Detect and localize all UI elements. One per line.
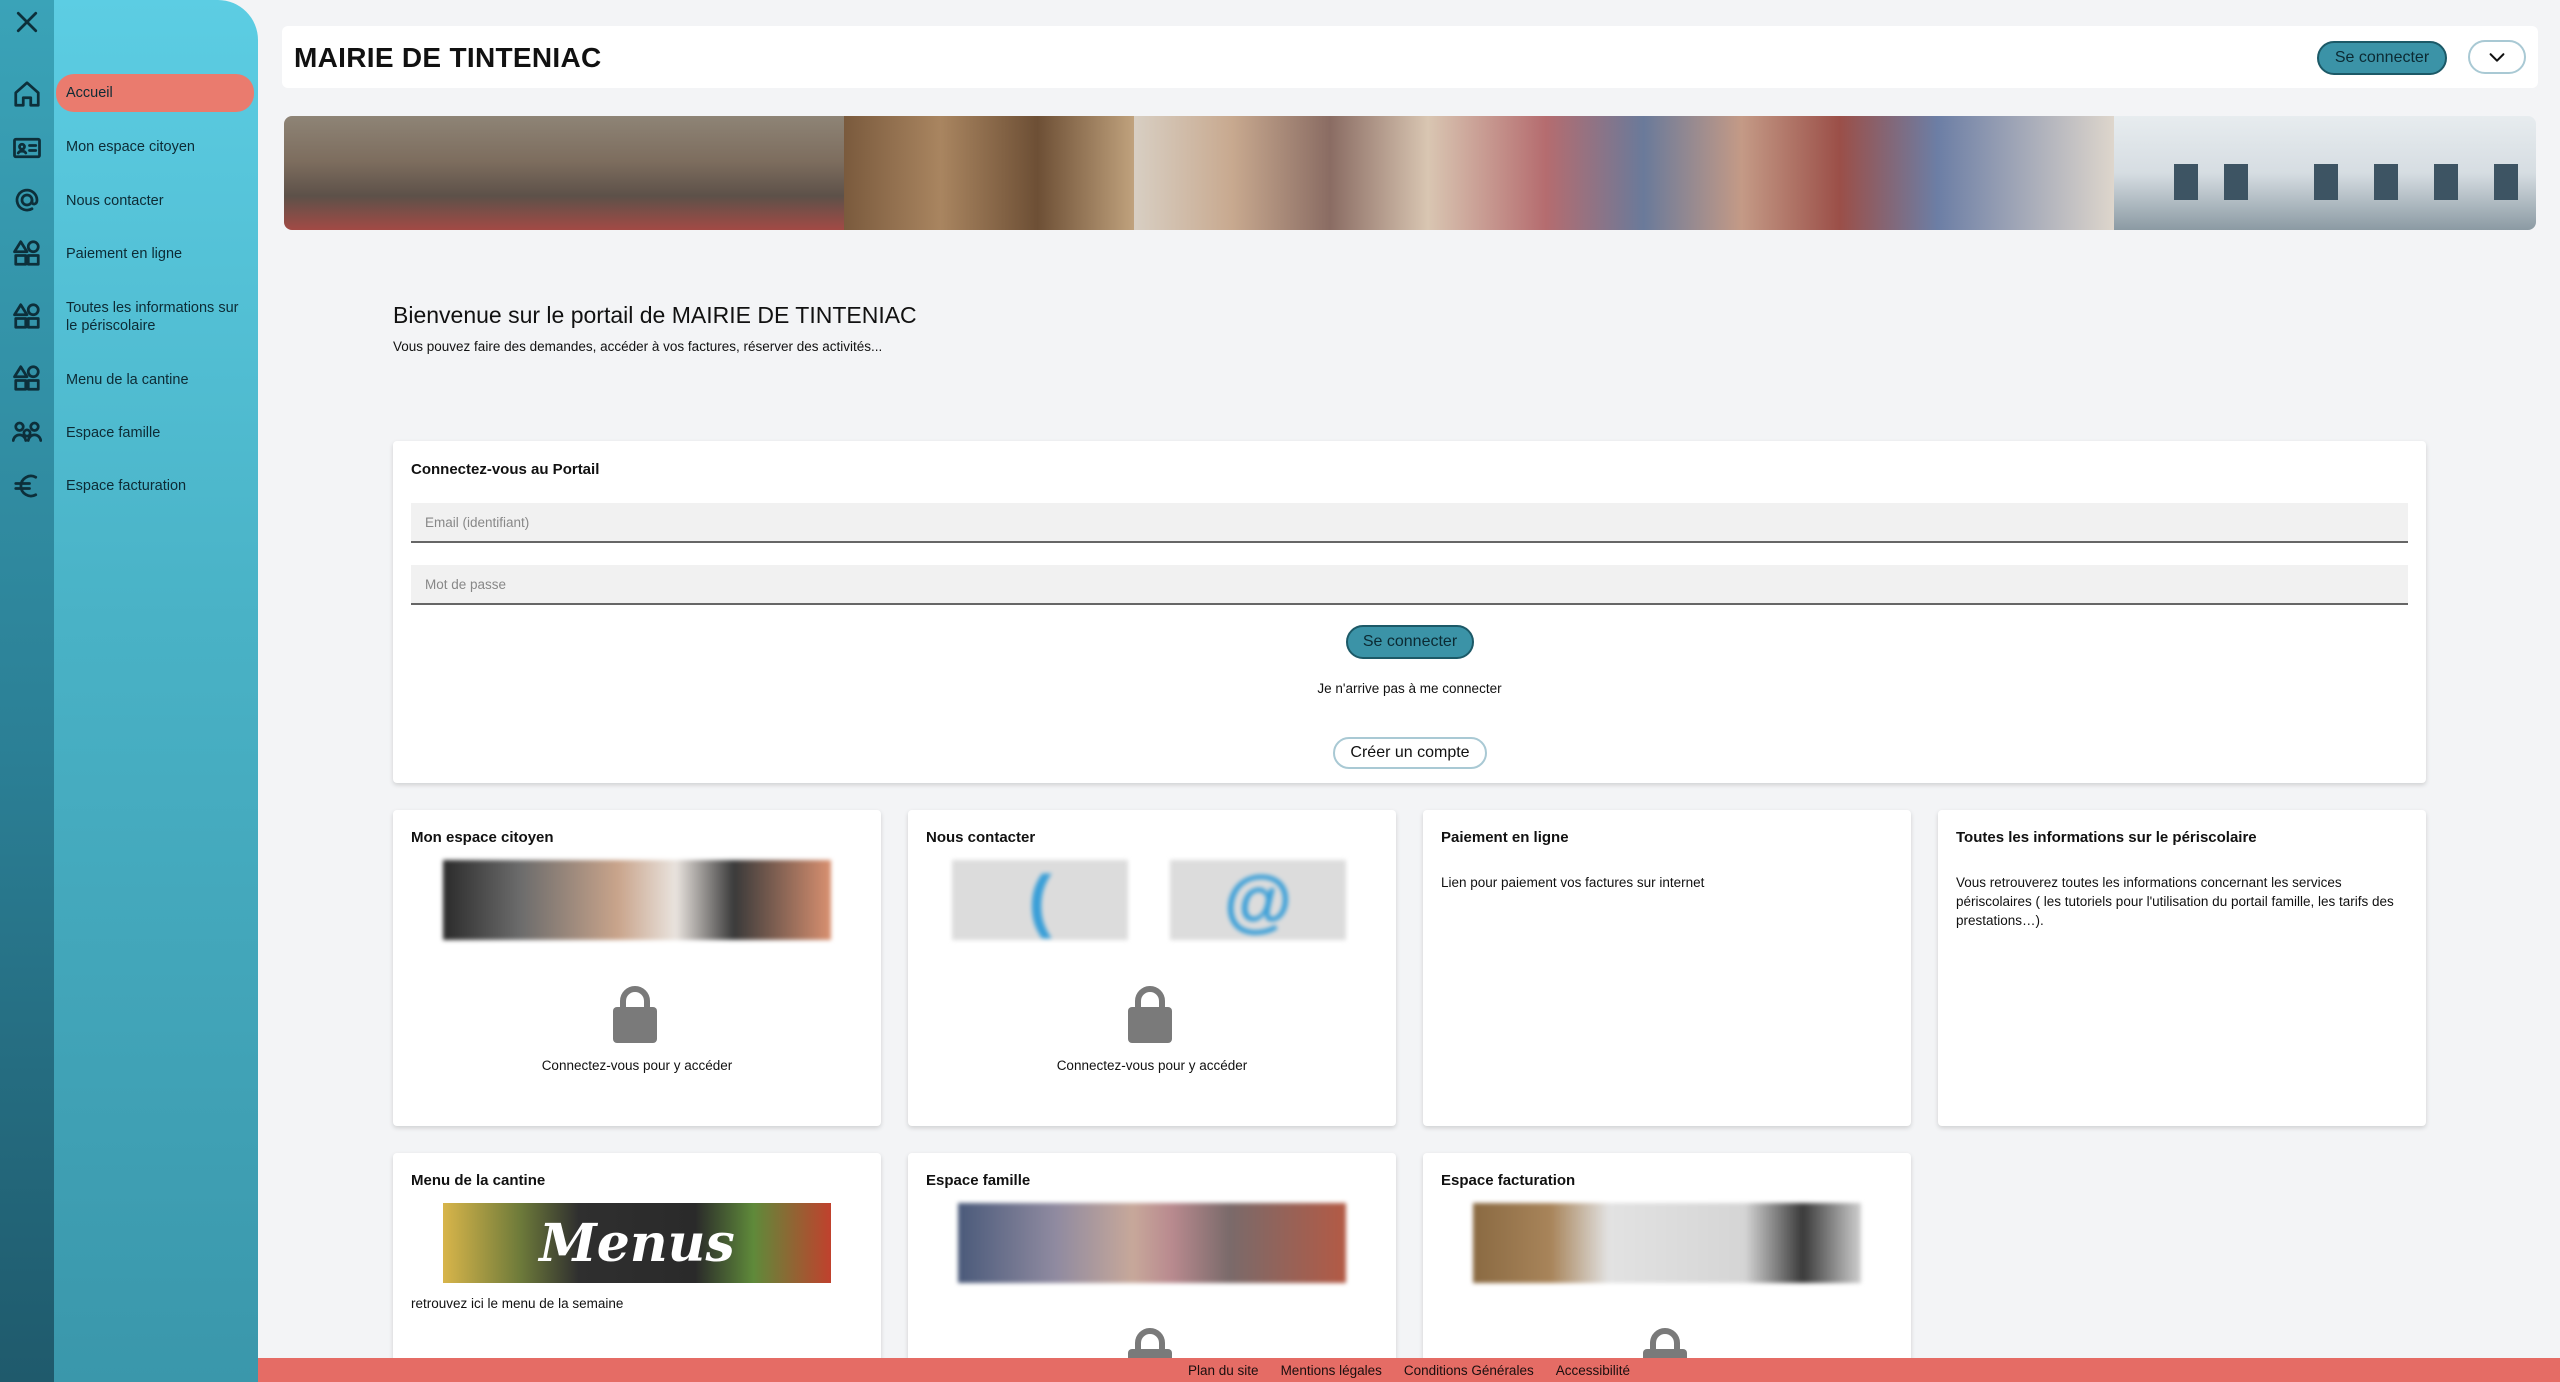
tile-periscolaire[interactable]: Toutes les informations sur le périscola… (1938, 810, 2426, 1126)
locked-text: Connectez-vous pour y accéder (1056, 1058, 1248, 1073)
top-header: MAIRIE DE TINTENIAC Se connecter (282, 26, 2538, 88)
footer-link-mentions[interactable]: Mentions légales (1281, 1363, 1382, 1378)
locked-text: Connectez-vous pour y accéder (541, 1058, 733, 1073)
password-field[interactable] (411, 565, 2408, 605)
sidebar-item-accueil[interactable]: Accueil (56, 74, 254, 112)
sidebar-item-label: Nous contacter (66, 193, 164, 209)
sidebar-item-label: Mon espace citoyen (66, 139, 195, 155)
sidebar-item-espace-famille[interactable]: Espace famille (56, 422, 254, 444)
sidebar-item-label: Accueil (66, 85, 113, 101)
header-connect-button[interactable]: Se connecter (2317, 41, 2447, 75)
tile-title: Nous contacter (926, 829, 1036, 846)
lock-icon (613, 986, 657, 1043)
shapes-icon[interactable] (0, 358, 54, 398)
close-icon[interactable] (0, 2, 54, 42)
sidebar-item-espace-facturation[interactable]: Espace facturation (56, 475, 254, 497)
sidebar-item-periscolaire[interactable]: Toutes les informations sur le périscola… (56, 297, 254, 337)
tile-mon-espace-citoyen[interactable]: Mon espace citoyen Connectez-vous pour y… (393, 810, 881, 1126)
login-title: Connectez-vous au Portail (411, 461, 600, 478)
phone-icon: ( (952, 860, 1128, 940)
footer-link-conditions[interactable]: Conditions Générales (1404, 1363, 1534, 1378)
home-icon[interactable] (0, 74, 54, 114)
sidebar-item-menu-cantine[interactable]: Menu de la cantine (56, 369, 254, 391)
page-title: MAIRIE DE TINTENIAC (294, 42, 602, 73)
lock-icon (1128, 986, 1172, 1043)
at-icon[interactable] (0, 180, 54, 220)
sidebar-item-label: Espace facturation (66, 478, 187, 494)
tile-title: Toutes les informations sur le périscola… (1956, 829, 2257, 846)
shapes-icon[interactable] (0, 233, 54, 273)
tile-title: Paiement en ligne (1441, 829, 1569, 846)
footer: Plan du site Mentions légales Conditions… (258, 1358, 2560, 1382)
sidebar-panel: Accueil Mon espace citoyen Nous contacte… (54, 0, 258, 1382)
sidebar-item-label: Menu de la cantine (66, 372, 189, 388)
tile-espace-famille[interactable]: Espace famille (908, 1153, 1396, 1382)
sidebar-item-nous-contacter[interactable]: Nous contacter (56, 190, 254, 212)
sidebar-item-paiement-en-ligne[interactable]: Paiement en ligne (56, 243, 254, 265)
tile-title: Mon espace citoyen (411, 829, 554, 846)
login-submit-button[interactable]: Se connecter (1346, 625, 1474, 659)
tile-espace-facturation[interactable]: Espace facturation (1423, 1153, 1911, 1382)
sidebar-item-label: Espace famille (66, 425, 161, 441)
sidebar-item-mon-espace-citoyen[interactable]: Mon espace citoyen (56, 136, 254, 158)
dropdown-toggle[interactable] (2468, 40, 2526, 74)
header-banner-image (284, 116, 2536, 230)
sidebar-item-label: Toutes les informations sur le périscola… (66, 300, 239, 334)
tile-image (443, 860, 831, 940)
tile-paiement-en-ligne[interactable]: Paiement en ligne Lien pour paiement vos… (1423, 810, 1911, 1126)
chevron-down-icon (2489, 53, 2505, 62)
tile-image (958, 1203, 1346, 1283)
menu-image: Menus (443, 1203, 831, 1283)
tile-title: Espace facturation (1441, 1172, 1576, 1189)
tile-menu-cantine[interactable]: Menu de la cantine Menus retrouvez ici l… (393, 1153, 881, 1373)
shapes-icon[interactable] (0, 296, 54, 336)
family-icon[interactable] (0, 413, 54, 453)
menu-image-text: Menus (539, 1212, 735, 1274)
id-card-icon[interactable] (0, 128, 54, 168)
tile-description: Lien pour paiement vos factures sur inte… (1441, 875, 1705, 890)
footer-link-accessibilite[interactable]: Accessibilité (1556, 1363, 1630, 1378)
welcome-subtitle: Vous pouvez faire des demandes, accéder … (393, 339, 883, 354)
tile-title: Menu de la cantine (411, 1172, 546, 1189)
email-field[interactable] (411, 503, 2408, 543)
welcome-title: Bienvenue sur le portail de MAIRIE DE TI… (393, 302, 917, 328)
tile-title: Espace famille (926, 1172, 1031, 1189)
login-card: Connectez-vous au Portail Se connecter J… (393, 441, 2426, 783)
forgot-login-link[interactable]: Je n'arrive pas à me connecter (393, 681, 2426, 696)
create-account-button[interactable]: Créer un compte (1333, 737, 1487, 769)
footer-link-plan[interactable]: Plan du site (1188, 1363, 1259, 1378)
tile-nous-contacter[interactable]: Nous contacter ( @ Connectez-vous pour y… (908, 810, 1396, 1126)
tile-image (1473, 1203, 1861, 1283)
at-icon: @ (1170, 860, 1346, 940)
tile-description: retrouvez ici le menu de la semaine (411, 1296, 624, 1311)
euro-icon[interactable] (0, 466, 54, 506)
icon-rail (0, 0, 54, 1382)
sidebar-item-label: Paiement en ligne (66, 246, 183, 262)
tile-description: Vous retrouverez toutes les informations… (1956, 875, 2394, 928)
